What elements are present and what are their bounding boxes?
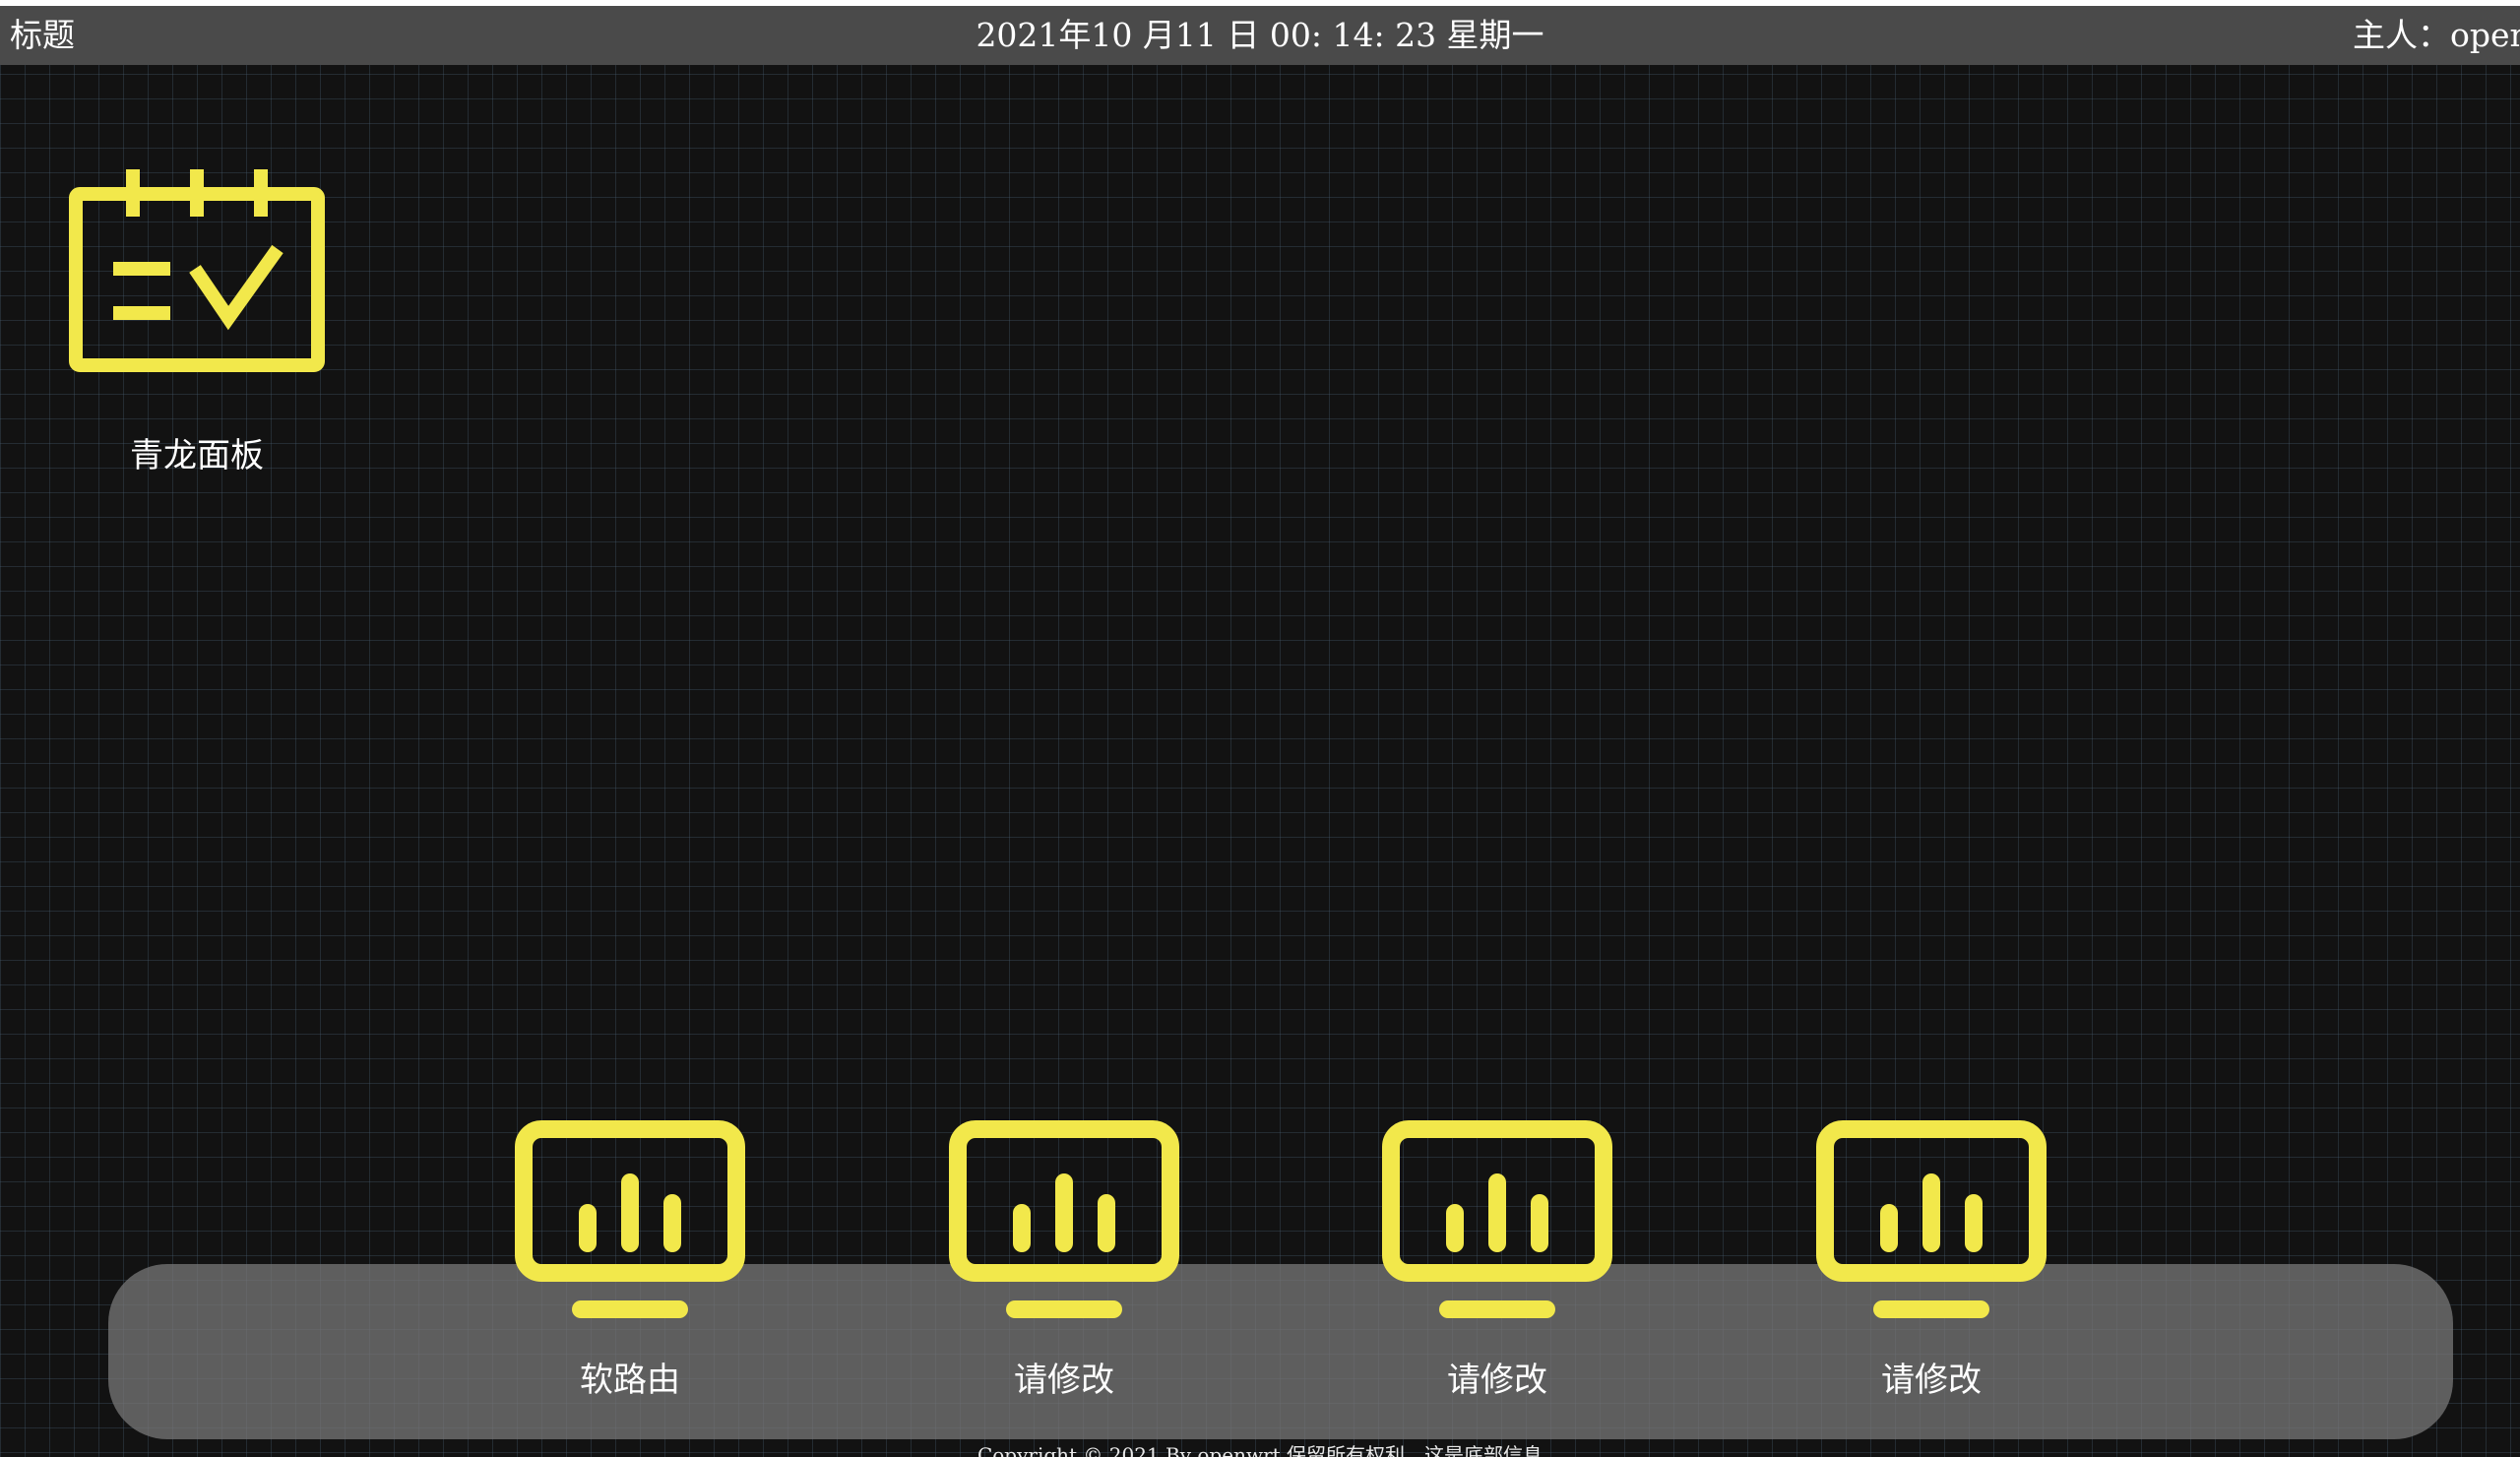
dock-item-placeholder-3[interactable]: 请修改 xyxy=(1794,1120,2069,1401)
datetime-display: 2021年10 月11 日 00: 14: 23 星期一 xyxy=(976,16,1544,54)
dock-item-label: 请修改 xyxy=(1014,1361,1114,1400)
dock-item-label: 软路由 xyxy=(580,1361,680,1400)
owner-label: 主人：openv xyxy=(2353,16,2520,54)
desktop-shortcut-label: 青龙面板 xyxy=(130,436,264,475)
monitor-chart-icon xyxy=(949,1120,1179,1318)
desktop-shortcut-qinglong[interactable]: 青龙面板 xyxy=(54,167,340,476)
dock-item-placeholder-1[interactable]: 请修改 xyxy=(926,1120,1202,1401)
calendar-check-icon xyxy=(69,169,325,372)
dock-item-placeholder-2[interactable]: 请修改 xyxy=(1359,1120,1635,1401)
dock-item-label: 请修改 xyxy=(1881,1361,1982,1400)
top-bar: 标题 2021年10 月11 日 00: 14: 23 星期一 主人：openv xyxy=(0,6,2520,65)
dock-item-soft-router[interactable]: 软路由 xyxy=(492,1120,768,1401)
footer-copyright: Copyright © 2021 By openwrt 保留所有权利，这是底部信… xyxy=(976,1443,1544,1457)
dock-item-label: 请修改 xyxy=(1447,1361,1547,1400)
monitor-chart-icon xyxy=(1816,1120,2047,1318)
monitor-chart-icon xyxy=(515,1120,745,1318)
monitor-chart-icon xyxy=(1382,1120,1612,1318)
dock-bar xyxy=(108,1264,2453,1439)
